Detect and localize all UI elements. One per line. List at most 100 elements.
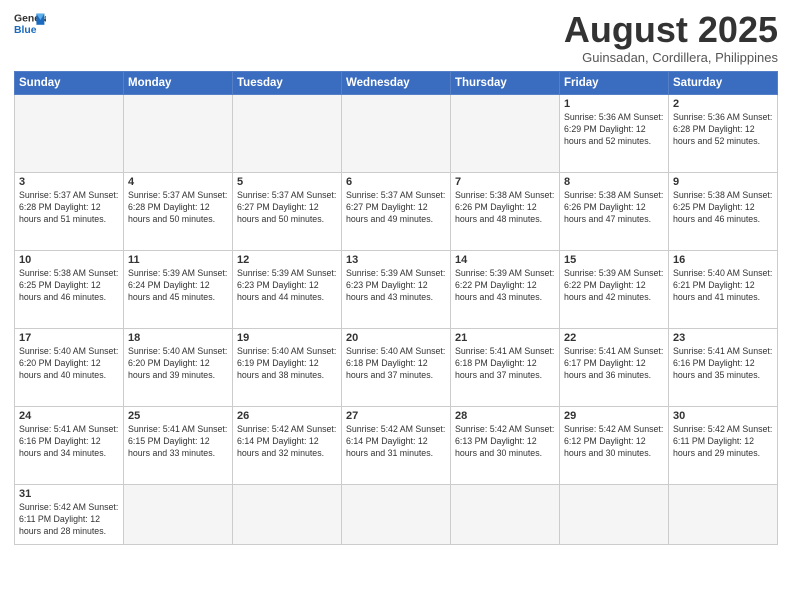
table-row: 16Sunrise: 5:40 AM Sunset: 6:21 PM Dayli… bbox=[669, 250, 778, 328]
header-area: General Blue August 2025 Guinsadan, Cord… bbox=[14, 10, 778, 65]
table-row: 11Sunrise: 5:39 AM Sunset: 6:24 PM Dayli… bbox=[124, 250, 233, 328]
table-row bbox=[233, 484, 342, 544]
weekday-header-row: Sunday Monday Tuesday Wednesday Thursday… bbox=[15, 71, 778, 94]
table-row bbox=[451, 94, 560, 172]
day-info: Sunrise: 5:36 AM Sunset: 6:29 PM Dayligh… bbox=[564, 111, 664, 148]
day-number: 27 bbox=[346, 410, 446, 422]
day-info: Sunrise: 5:42 AM Sunset: 6:11 PM Dayligh… bbox=[19, 501, 119, 538]
day-number: 11 bbox=[128, 254, 228, 266]
day-info: Sunrise: 5:40 AM Sunset: 6:21 PM Dayligh… bbox=[673, 267, 773, 304]
day-info: Sunrise: 5:42 AM Sunset: 6:11 PM Dayligh… bbox=[673, 423, 773, 460]
day-info: Sunrise: 5:37 AM Sunset: 6:28 PM Dayligh… bbox=[19, 189, 119, 226]
day-info: Sunrise: 5:41 AM Sunset: 6:17 PM Dayligh… bbox=[564, 345, 664, 382]
table-row: 17Sunrise: 5:40 AM Sunset: 6:20 PM Dayli… bbox=[15, 328, 124, 406]
header-thursday: Thursday bbox=[451, 71, 560, 94]
day-number: 24 bbox=[19, 410, 119, 422]
day-number: 1 bbox=[564, 98, 664, 110]
table-row: 14Sunrise: 5:39 AM Sunset: 6:22 PM Dayli… bbox=[451, 250, 560, 328]
page: General Blue August 2025 Guinsadan, Cord… bbox=[0, 0, 792, 555]
table-row: 4Sunrise: 5:37 AM Sunset: 6:28 PM Daylig… bbox=[124, 172, 233, 250]
table-row bbox=[669, 484, 778, 544]
day-info: Sunrise: 5:38 AM Sunset: 6:26 PM Dayligh… bbox=[564, 189, 664, 226]
day-info: Sunrise: 5:39 AM Sunset: 6:22 PM Dayligh… bbox=[564, 267, 664, 304]
day-info: Sunrise: 5:40 AM Sunset: 6:18 PM Dayligh… bbox=[346, 345, 446, 382]
calendar-week-row: 31Sunrise: 5:42 AM Sunset: 6:11 PM Dayli… bbox=[15, 484, 778, 544]
day-info: Sunrise: 5:42 AM Sunset: 6:14 PM Dayligh… bbox=[346, 423, 446, 460]
header-monday: Monday bbox=[124, 71, 233, 94]
day-number: 10 bbox=[19, 254, 119, 266]
day-number: 5 bbox=[237, 176, 337, 188]
day-info: Sunrise: 5:38 AM Sunset: 6:25 PM Dayligh… bbox=[673, 189, 773, 226]
table-row: 20Sunrise: 5:40 AM Sunset: 6:18 PM Dayli… bbox=[342, 328, 451, 406]
day-number: 19 bbox=[237, 332, 337, 344]
calendar-title: August 2025 bbox=[564, 10, 778, 50]
calendar-week-row: 1Sunrise: 5:36 AM Sunset: 6:29 PM Daylig… bbox=[15, 94, 778, 172]
day-info: Sunrise: 5:41 AM Sunset: 6:16 PM Dayligh… bbox=[19, 423, 119, 460]
table-row: 18Sunrise: 5:40 AM Sunset: 6:20 PM Dayli… bbox=[124, 328, 233, 406]
day-number: 16 bbox=[673, 254, 773, 266]
header-wednesday: Wednesday bbox=[342, 71, 451, 94]
table-row: 23Sunrise: 5:41 AM Sunset: 6:16 PM Dayli… bbox=[669, 328, 778, 406]
day-number: 26 bbox=[237, 410, 337, 422]
generalblue-logo-icon: General Blue bbox=[14, 10, 46, 38]
day-info: Sunrise: 5:36 AM Sunset: 6:28 PM Dayligh… bbox=[673, 111, 773, 148]
table-row: 9Sunrise: 5:38 AM Sunset: 6:25 PM Daylig… bbox=[669, 172, 778, 250]
day-info: Sunrise: 5:41 AM Sunset: 6:18 PM Dayligh… bbox=[455, 345, 555, 382]
day-info: Sunrise: 5:40 AM Sunset: 6:20 PM Dayligh… bbox=[128, 345, 228, 382]
day-number: 8 bbox=[564, 176, 664, 188]
day-info: Sunrise: 5:41 AM Sunset: 6:15 PM Dayligh… bbox=[128, 423, 228, 460]
table-row: 22Sunrise: 5:41 AM Sunset: 6:17 PM Dayli… bbox=[560, 328, 669, 406]
table-row: 3Sunrise: 5:37 AM Sunset: 6:28 PM Daylig… bbox=[15, 172, 124, 250]
day-number: 2 bbox=[673, 98, 773, 110]
day-number: 25 bbox=[128, 410, 228, 422]
header-friday: Friday bbox=[560, 71, 669, 94]
day-info: Sunrise: 5:42 AM Sunset: 6:12 PM Dayligh… bbox=[564, 423, 664, 460]
table-row bbox=[342, 484, 451, 544]
table-row: 8Sunrise: 5:38 AM Sunset: 6:26 PM Daylig… bbox=[560, 172, 669, 250]
day-number: 31 bbox=[19, 488, 119, 500]
table-row: 2Sunrise: 5:36 AM Sunset: 6:28 PM Daylig… bbox=[669, 94, 778, 172]
table-row: 24Sunrise: 5:41 AM Sunset: 6:16 PM Dayli… bbox=[15, 406, 124, 484]
svg-text:Blue: Blue bbox=[14, 25, 37, 36]
day-number: 14 bbox=[455, 254, 555, 266]
calendar-week-row: 10Sunrise: 5:38 AM Sunset: 6:25 PM Dayli… bbox=[15, 250, 778, 328]
day-info: Sunrise: 5:39 AM Sunset: 6:24 PM Dayligh… bbox=[128, 267, 228, 304]
calendar-week-row: 3Sunrise: 5:37 AM Sunset: 6:28 PM Daylig… bbox=[15, 172, 778, 250]
day-number: 23 bbox=[673, 332, 773, 344]
header-tuesday: Tuesday bbox=[233, 71, 342, 94]
day-info: Sunrise: 5:39 AM Sunset: 6:23 PM Dayligh… bbox=[237, 267, 337, 304]
day-number: 12 bbox=[237, 254, 337, 266]
day-number: 6 bbox=[346, 176, 446, 188]
day-number: 22 bbox=[564, 332, 664, 344]
table-row bbox=[233, 94, 342, 172]
logo-area: General Blue bbox=[14, 10, 46, 38]
day-info: Sunrise: 5:42 AM Sunset: 6:13 PM Dayligh… bbox=[455, 423, 555, 460]
table-row: 27Sunrise: 5:42 AM Sunset: 6:14 PM Dayli… bbox=[342, 406, 451, 484]
day-info: Sunrise: 5:41 AM Sunset: 6:16 PM Dayligh… bbox=[673, 345, 773, 382]
table-row: 21Sunrise: 5:41 AM Sunset: 6:18 PM Dayli… bbox=[451, 328, 560, 406]
table-row bbox=[560, 484, 669, 544]
day-number: 15 bbox=[564, 254, 664, 266]
day-number: 28 bbox=[455, 410, 555, 422]
day-info: Sunrise: 5:38 AM Sunset: 6:25 PM Dayligh… bbox=[19, 267, 119, 304]
table-row: 25Sunrise: 5:41 AM Sunset: 6:15 PM Dayli… bbox=[124, 406, 233, 484]
day-number: 13 bbox=[346, 254, 446, 266]
table-row: 29Sunrise: 5:42 AM Sunset: 6:12 PM Dayli… bbox=[560, 406, 669, 484]
calendar-subtitle: Guinsadan, Cordillera, Philippines bbox=[564, 50, 778, 65]
day-info: Sunrise: 5:40 AM Sunset: 6:19 PM Dayligh… bbox=[237, 345, 337, 382]
day-number: 21 bbox=[455, 332, 555, 344]
day-number: 17 bbox=[19, 332, 119, 344]
calendar-week-row: 24Sunrise: 5:41 AM Sunset: 6:16 PM Dayli… bbox=[15, 406, 778, 484]
table-row: 5Sunrise: 5:37 AM Sunset: 6:27 PM Daylig… bbox=[233, 172, 342, 250]
day-number: 4 bbox=[128, 176, 228, 188]
day-number: 18 bbox=[128, 332, 228, 344]
table-row bbox=[342, 94, 451, 172]
table-row: 12Sunrise: 5:39 AM Sunset: 6:23 PM Dayli… bbox=[233, 250, 342, 328]
calendar-week-row: 17Sunrise: 5:40 AM Sunset: 6:20 PM Dayli… bbox=[15, 328, 778, 406]
table-row: 15Sunrise: 5:39 AM Sunset: 6:22 PM Dayli… bbox=[560, 250, 669, 328]
table-row: 19Sunrise: 5:40 AM Sunset: 6:19 PM Dayli… bbox=[233, 328, 342, 406]
day-info: Sunrise: 5:40 AM Sunset: 6:20 PM Dayligh… bbox=[19, 345, 119, 382]
day-info: Sunrise: 5:39 AM Sunset: 6:22 PM Dayligh… bbox=[455, 267, 555, 304]
table-row: 1Sunrise: 5:36 AM Sunset: 6:29 PM Daylig… bbox=[560, 94, 669, 172]
table-row bbox=[15, 94, 124, 172]
